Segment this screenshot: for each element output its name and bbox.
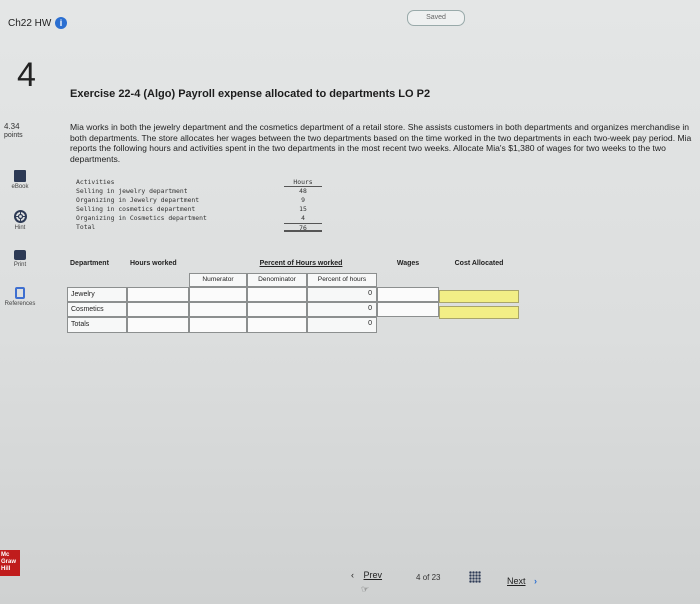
activities-total-label: Total bbox=[76, 223, 96, 231]
publisher-logo: Mc Graw Hill bbox=[0, 550, 20, 576]
activity-hours: 15 bbox=[299, 205, 307, 213]
cosmetics-numerator-input[interactable] bbox=[189, 302, 247, 317]
activities-total-row: Total 76 bbox=[76, 223, 322, 232]
jewelry-hours-input[interactable] bbox=[127, 287, 189, 302]
points-value: 4.34 bbox=[4, 122, 20, 131]
activities-total-hours: 76 bbox=[284, 223, 322, 232]
page: Saved Ch22 HW i 4 4.34 points eBook Hint… bbox=[0, 0, 700, 604]
activity-hours: 9 bbox=[301, 196, 305, 204]
numerator-header: Numerator bbox=[189, 273, 247, 287]
next-label: Next bbox=[507, 576, 526, 586]
hint-label: Hint bbox=[14, 225, 26, 231]
print-label: Print bbox=[13, 262, 27, 268]
page-current: 4 bbox=[416, 573, 421, 582]
activity-row: Selling in cosmetics department 15 bbox=[76, 205, 322, 214]
jewelry-denominator-input[interactable] bbox=[247, 287, 307, 302]
book-icon bbox=[14, 170, 26, 182]
question-number: 4 bbox=[17, 56, 36, 94]
activities-header-row: Activities Hours bbox=[76, 178, 322, 187]
cosmetics-wages-input[interactable] bbox=[377, 302, 439, 317]
references-button[interactable]: References bbox=[0, 287, 40, 307]
page-total: 23 bbox=[431, 573, 441, 582]
grid-icon[interactable] bbox=[469, 571, 481, 583]
logo-line-3: Hill bbox=[1, 566, 11, 572]
prev-label: Prev bbox=[363, 570, 383, 580]
printer-icon bbox=[14, 250, 26, 260]
activity-name: Selling in jewelry department bbox=[76, 187, 188, 195]
exercise-title: Exercise 22-4 (Algo) Payroll expense all… bbox=[70, 88, 431, 100]
jewelry-cost-allocated-input[interactable] bbox=[439, 290, 519, 303]
ebook-button[interactable]: eBook bbox=[0, 170, 40, 190]
department-name: Cosmetics bbox=[67, 302, 127, 317]
percent-hours-worked-header: Percent of Hours worked bbox=[259, 260, 343, 267]
exercise-intro: Mia works in both the jewelry department… bbox=[70, 122, 692, 164]
activity-row: Organizing in Jewelry department 9 bbox=[76, 196, 322, 205]
cost-allocated-header: Cost Allocated bbox=[454, 260, 504, 267]
activity-name: Selling in cosmetics department bbox=[76, 205, 196, 213]
next-button[interactable]: Next › bbox=[507, 576, 537, 586]
totals-numerator-input[interactable] bbox=[189, 317, 247, 333]
info-icon[interactable]: i bbox=[55, 17, 67, 29]
activity-row: Organizing in Cosmetics department 4 bbox=[76, 214, 322, 223]
cosmetics-cost-allocated-input[interactable] bbox=[439, 306, 519, 319]
page-indicator: 4 of 23 bbox=[416, 573, 441, 582]
denominator-header: Denominator bbox=[247, 273, 307, 287]
references-label: References bbox=[4, 301, 36, 307]
hint-button[interactable]: Hint bbox=[0, 210, 40, 231]
allocation-table: Department Hours worked Percent of Hours… bbox=[67, 258, 519, 336]
activity-hours: 4 bbox=[301, 214, 305, 222]
department-name: Totals bbox=[67, 317, 127, 333]
page-of: of bbox=[422, 573, 430, 582]
chevron-right-icon: › bbox=[534, 576, 538, 586]
activities-header: Activities bbox=[76, 178, 115, 186]
department-header: Department bbox=[70, 260, 109, 267]
jewelry-wages-input[interactable] bbox=[377, 287, 439, 302]
activity-hours: 48 bbox=[299, 187, 307, 195]
logo-line-1: Mc bbox=[1, 552, 10, 558]
prev-button[interactable]: ‹ Prev bbox=[351, 570, 382, 580]
points-label: points bbox=[4, 132, 23, 139]
wages-header: Wages bbox=[396, 260, 420, 267]
activity-name: Organizing in Jewelry department bbox=[76, 196, 200, 204]
saved-status-badge: Saved bbox=[407, 10, 465, 26]
hours-header: Hours bbox=[284, 178, 322, 187]
cosmetics-percent-value: 0 bbox=[307, 302, 377, 317]
totals-denominator-input[interactable] bbox=[247, 317, 307, 333]
hours-worked-header: Hours worked bbox=[130, 260, 177, 267]
department-name: Jewelry bbox=[67, 287, 127, 302]
percent-of-hours-header: Percent of hours bbox=[307, 273, 377, 287]
activity-row: Selling in jewelry department 48 bbox=[76, 187, 322, 196]
activity-name: Organizing in Cosmetics department bbox=[76, 214, 207, 222]
totals-percent-value: 0 bbox=[307, 317, 377, 333]
assignment-title: Ch22 HW bbox=[8, 18, 52, 29]
cosmetics-denominator-input[interactable] bbox=[247, 302, 307, 317]
lifebuoy-icon bbox=[13, 210, 27, 223]
question-points: 4.34 points bbox=[4, 122, 23, 140]
jewelry-percent-value: 0 bbox=[307, 287, 377, 302]
totals-hours-input[interactable] bbox=[127, 317, 189, 333]
top-bar: Saved Ch22 HW i bbox=[0, 0, 700, 40]
logo-line-2: Graw bbox=[1, 559, 17, 565]
jewelry-numerator-input[interactable] bbox=[189, 287, 247, 302]
print-button[interactable]: Print bbox=[0, 250, 40, 268]
activities-table: Activities Hours Selling in jewelry depa… bbox=[76, 178, 322, 232]
ebook-label: eBook bbox=[11, 184, 29, 190]
hand-cursor-icon: ☞ bbox=[361, 584, 370, 594]
cosmetics-hours-input[interactable] bbox=[127, 302, 189, 317]
document-icon bbox=[15, 287, 25, 299]
chevron-left-icon: ‹ bbox=[351, 570, 354, 580]
